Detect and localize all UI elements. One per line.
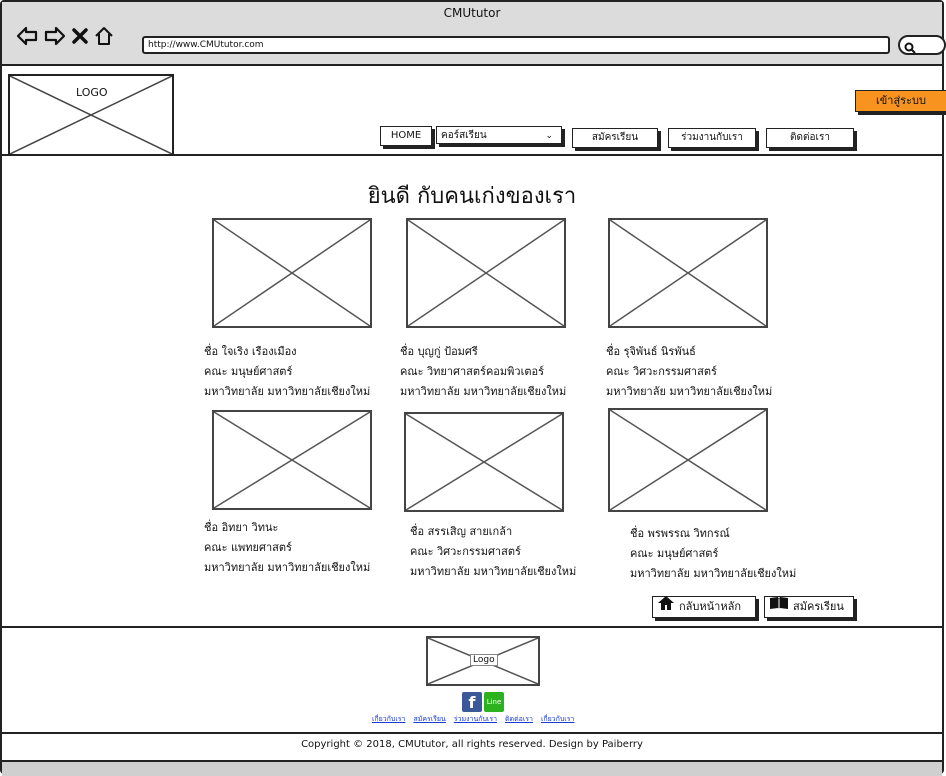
person-photo-placeholder (404, 412, 564, 512)
browser-titlebar: CMUtutor http://www.CMUtutor.com (2, 2, 946, 66)
search-icon (904, 39, 916, 58)
facebook-icon[interactable]: f (462, 692, 482, 712)
browser-search-field[interactable] (898, 35, 946, 55)
browser-window: CMUtutor http://www.CMUtutor.com LOGO เข… (0, 0, 946, 776)
login-button[interactable]: เข้าสู่ระบบ (855, 90, 946, 112)
person-university: มหาวิทยาลัย มหาวิทยาลัยเชียงใหม่ (606, 385, 773, 398)
nav-register-button[interactable]: สมัครเรียน (572, 128, 658, 148)
nav-home-button[interactable]: HOME (380, 126, 432, 146)
person-university: มหาวิทยาลัย มหาวิทยาลัยเชียงใหม่ (410, 565, 577, 578)
back-home-label: กลับหน้าหลัก (679, 600, 741, 613)
person-university: มหาวิทยาลัย มหาวิทยาลัยเชียงใหม่ (204, 561, 371, 574)
person-faculty: คณะ วิทยาศาสตร์คอมพิวเตอร์ (400, 365, 545, 378)
person-card-text: ชื่อ พรพรรณ วิทกรณ์ คณะ มนุษย์ศาสตร์ มหา… (630, 524, 796, 584)
copyright-text: Copyright © 2018, CMUtutor, all rights r… (301, 739, 643, 750)
person-card-text: ชื่อ บุญกู่ ป้อมศรี คณะ วิทยาศาสตร์คอมพิ… (400, 342, 566, 402)
browser-nav-controls (16, 26, 114, 46)
back-arrow-icon[interactable] (16, 26, 38, 46)
person-name: ชื่อ บุญกู่ ป้อมศรี (400, 345, 478, 358)
person-card-text: ชื่อ รุจิพันธ์ นิรพันธ์ คณะ วิศวะกรรมศาส… (606, 342, 772, 402)
close-icon[interactable] (72, 27, 88, 45)
person-photo-placeholder (608, 408, 768, 512)
back-home-button[interactable]: กลับหน้าหลัก (652, 596, 756, 618)
footer-divider (2, 626, 942, 628)
footer-link-register[interactable]: สมัครเรียน (413, 714, 445, 725)
person-name: ชื่อ สรรเสิญ สายเกล้า (410, 525, 513, 538)
line-icon[interactable]: Line (484, 692, 504, 712)
person-faculty: คณะ วิศวะกรรมศาสตร์ (606, 365, 717, 378)
person-university: มหาวิทยาลัย มหาวิทยาลัยเชียงใหม่ (630, 567, 797, 580)
person-card-text: ชื่อ สรรเสิญ สายเกล้า คณะ วิศวะกรรมศาสตร… (410, 522, 576, 582)
courses-dropdown[interactable]: คอร์สเรียน ⌄ (436, 126, 562, 144)
register-label: สมัครเรียน (793, 600, 844, 613)
site-logo[interactable]: LOGO (8, 74, 174, 156)
person-card-text: ชื่อ อิทยา วิทนะ คณะ แพทยศาสตร์ มหาวิทยา… (204, 518, 370, 578)
copyright-divider (2, 732, 942, 734)
social-links: f Line (462, 692, 504, 712)
home-icon[interactable] (94, 26, 114, 46)
page-heading: ยินดี กับคนเก่งของเรา (367, 184, 577, 209)
footer-logo[interactable]: Logo (426, 636, 540, 686)
person-name: ชื่อ รุจิพันธ์ นิรพันธ์ (606, 345, 696, 358)
person-faculty: คณะ วิศวะกรรมศาสตร์ (410, 545, 521, 558)
browser-status-bar (2, 760, 942, 776)
book-icon (769, 596, 789, 618)
forward-arrow-icon[interactable] (44, 26, 66, 46)
person-card-text: ชื่อ ใจเริง เรืองเมือง คณะ มนุษย์ศาสตร์ … (204, 342, 370, 402)
courses-dropdown-label: คอร์สเรียน (441, 130, 487, 141)
person-photo-placeholder (406, 218, 566, 328)
address-bar[interactable]: http://www.CMUtutor.com (142, 36, 890, 54)
chevron-down-icon: ⌄ (545, 131, 553, 141)
footer-links: เกี่ยวกับเรา สมัครเรียน ร่วมงานกับเรา ติ… (372, 714, 574, 725)
nav-join-button[interactable]: ร่วมงานกับเรา (668, 128, 756, 148)
footer-logo-label: Logo (470, 654, 498, 666)
person-university: มหาวิทยาลัย มหาวิทยาลัยเชียงใหม่ (204, 385, 371, 398)
register-button[interactable]: สมัครเรียน (764, 596, 854, 618)
footer-link-about[interactable]: เกี่ยวกับเรา (372, 714, 405, 725)
person-faculty: คณะ มนุษย์ศาสตร์ (630, 547, 719, 560)
person-name: ชื่อ พรพรรณ วิทกรณ์ (630, 527, 730, 540)
person-university: มหาวิทยาลัย มหาวิทยาลัยเชียงใหม่ (400, 385, 567, 398)
person-name: ชื่อ อิทยา วิทนะ (204, 521, 279, 534)
footer-link-contact[interactable]: ติดต่อเรา (505, 714, 533, 725)
home-icon (657, 595, 675, 619)
person-faculty: คณะ แพทยศาสตร์ (204, 541, 292, 554)
person-photo-placeholder (212, 218, 372, 328)
window-title: CMUtutor (443, 6, 501, 20)
nav-contact-button[interactable]: ติดต่อเรา (766, 128, 854, 148)
footer-link-join[interactable]: ร่วมงานกับเรา (454, 714, 497, 725)
person-name: ชื่อ ใจเริง เรืองเมือง (204, 345, 297, 358)
person-photo-placeholder (212, 410, 372, 510)
person-faculty: คณะ มนุษย์ศาสตร์ (204, 365, 293, 378)
logo-label: LOGO (76, 86, 108, 99)
person-photo-placeholder (608, 218, 768, 328)
footer-link-about-2[interactable]: เกี่ยวกับเรา (541, 714, 574, 725)
